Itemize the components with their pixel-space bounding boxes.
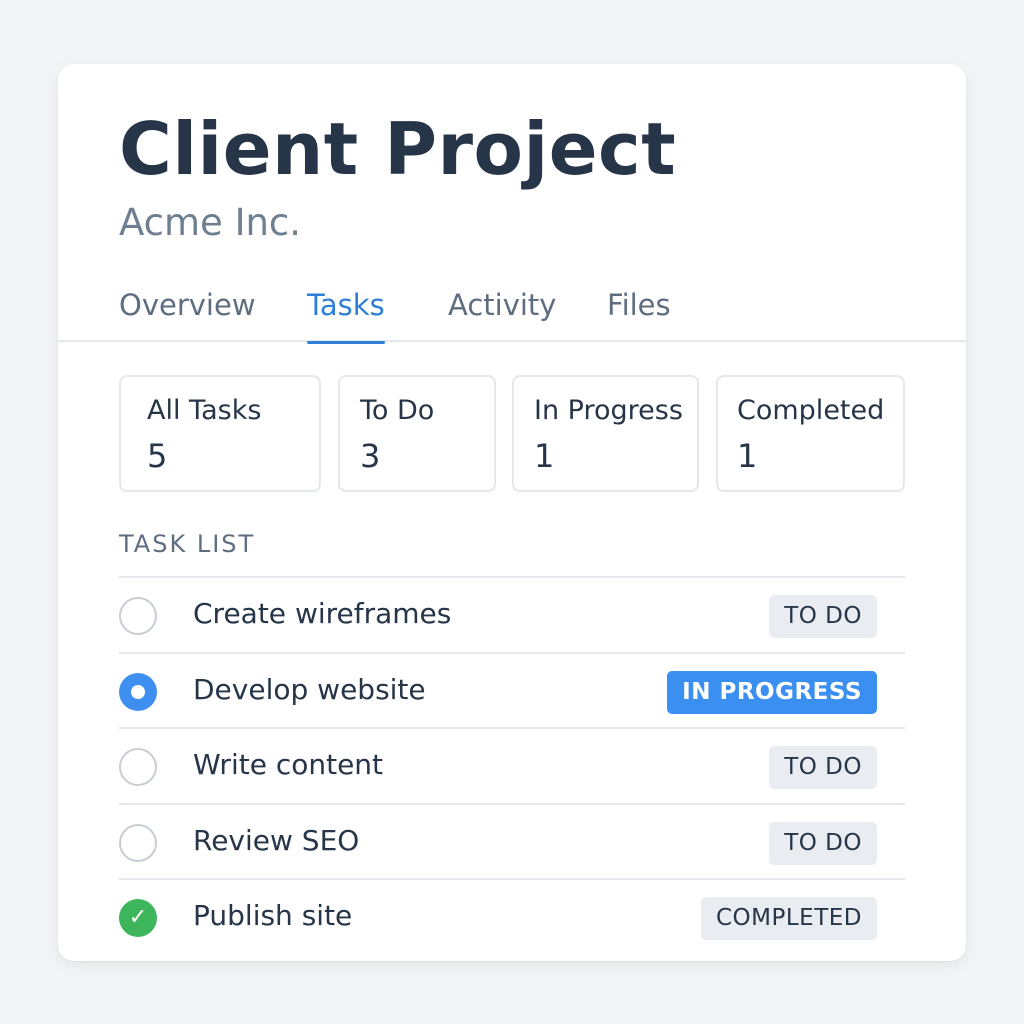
stat-completed[interactable]: Completed 1 bbox=[716, 375, 905, 492]
tab-files[interactable]: Files bbox=[607, 288, 671, 342]
page-title: Client Project bbox=[119, 107, 677, 191]
status-badge: TO DO bbox=[769, 595, 877, 638]
task-name: Write content bbox=[193, 748, 384, 781]
tab-activity[interactable]: Activity bbox=[448, 288, 556, 342]
status-badge: IN PROGRESS bbox=[667, 670, 877, 714]
tab-tasks[interactable]: Tasks bbox=[307, 288, 385, 344]
task-row[interactable]: Develop website IN PROGRESS bbox=[119, 651, 905, 728]
stat-label: To Do bbox=[360, 395, 435, 426]
project-card: Client Project Acme Inc. Overview Tasks … bbox=[58, 64, 966, 961]
checkmark-circle-icon[interactable]: ✓ bbox=[119, 899, 157, 937]
stat-count: 1 bbox=[534, 437, 555, 475]
task-row[interactable]: Create wireframes TO DO bbox=[119, 576, 905, 652]
stat-count: 5 bbox=[147, 437, 168, 475]
status-badge: COMPLETED bbox=[700, 897, 877, 940]
client-name: Acme Inc. bbox=[119, 201, 302, 244]
task-name: Develop website bbox=[193, 672, 426, 706]
empty-circle-icon[interactable] bbox=[119, 597, 157, 635]
status-badge: TO DO bbox=[769, 746, 877, 789]
stat-to-do[interactable]: To Do 3 bbox=[338, 375, 496, 492]
task-row[interactable]: Review SEO TO DO bbox=[119, 802, 905, 879]
stat-label: Completed bbox=[737, 395, 885, 426]
stat-count: 1 bbox=[737, 437, 758, 475]
status-badge: TO DO bbox=[769, 821, 877, 865]
stat-all-tasks[interactable]: All Tasks 5 bbox=[119, 375, 321, 492]
tab-bar: Overview Tasks Activity Files bbox=[58, 282, 966, 344]
stat-in-progress[interactable]: In Progress 1 bbox=[512, 375, 699, 492]
radio-dot-icon[interactable] bbox=[119, 672, 157, 711]
task-name: Publish site bbox=[193, 899, 353, 932]
stat-label: In Progress bbox=[534, 395, 683, 426]
task-row[interactable]: Write content TO DO bbox=[119, 727, 905, 803]
task-name: Create wireframes bbox=[193, 597, 452, 630]
stat-label: All Tasks bbox=[147, 395, 262, 426]
stat-count: 3 bbox=[360, 437, 381, 475]
task-name: Review SEO bbox=[193, 823, 360, 857]
task-list: Create wireframes TO DO Develop website … bbox=[119, 576, 905, 958]
empty-circle-icon[interactable] bbox=[119, 748, 157, 786]
empty-circle-icon[interactable] bbox=[119, 823, 157, 862]
tab-overview[interactable]: Overview bbox=[119, 288, 256, 342]
task-row[interactable]: ✓ Publish site COMPLETED bbox=[119, 878, 905, 958]
task-list-heading: TASK LIST bbox=[119, 530, 256, 558]
